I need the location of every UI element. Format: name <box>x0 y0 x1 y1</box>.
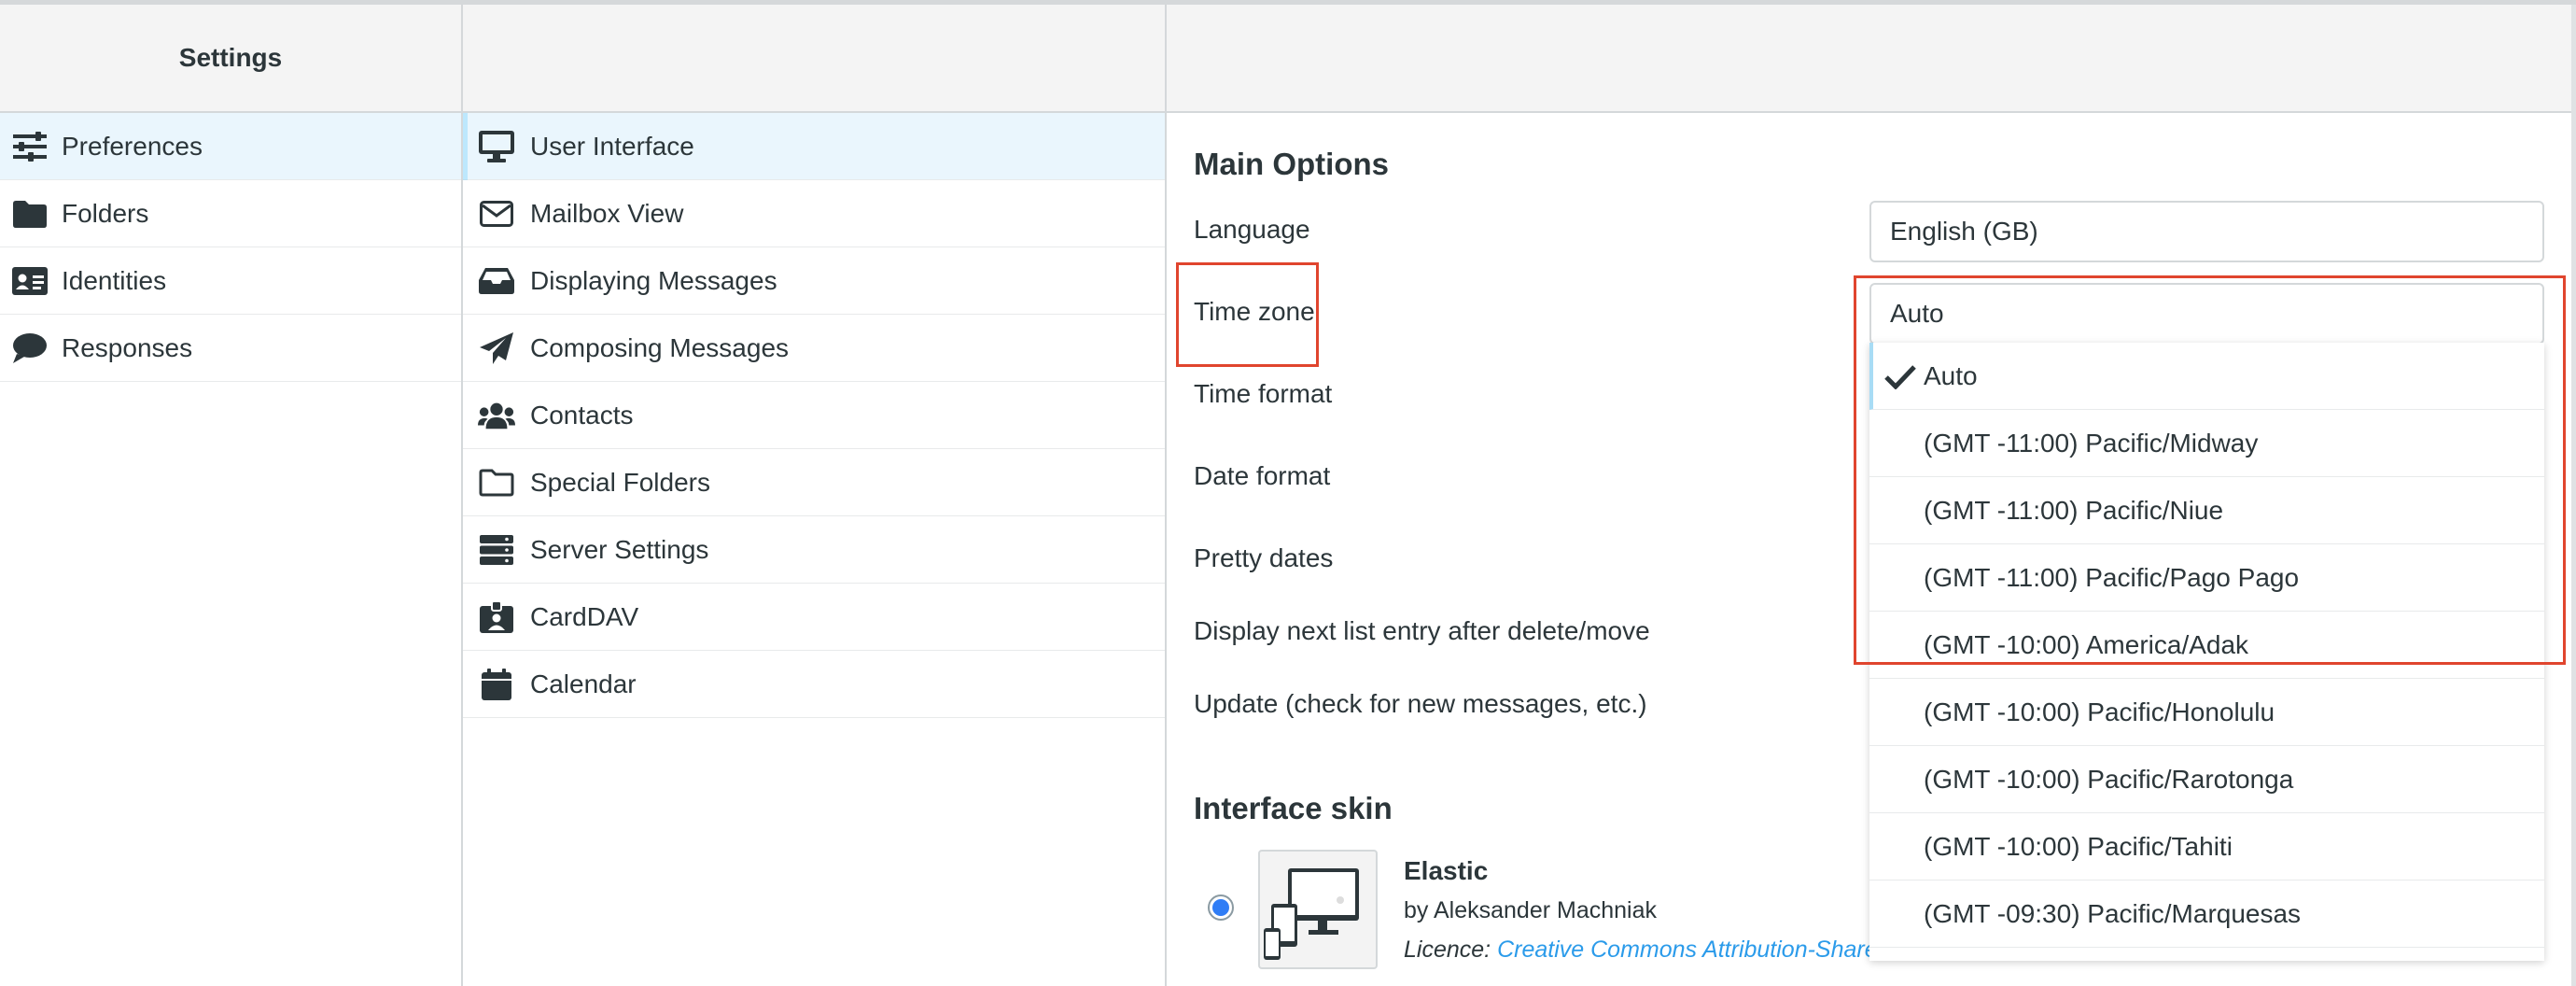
section-item-displaying-messages[interactable]: Displaying Messages <box>463 247 1165 315</box>
settings-nav: Settings Preferences Folders Identities … <box>0 5 463 986</box>
timezone-option-label: (GMT -10:00) Pacific/Tahiti <box>1924 831 2233 861</box>
section-item-calendar[interactable]: Calendar <box>463 651 1165 718</box>
desktop-icon <box>478 130 515 162</box>
section-item-label: User Interface <box>530 131 694 161</box>
badge-icon <box>478 600 515 633</box>
nav-item-preferences[interactable]: Preferences <box>0 113 461 180</box>
section-item-carddav[interactable]: CardDAV <box>463 584 1165 651</box>
update-label: Update (check for new messages, etc.) <box>1194 689 1647 718</box>
time-format-label: Time format <box>1194 379 1333 408</box>
interface-skin-title: Interface skin <box>1194 791 1393 825</box>
section-item-user-interface[interactable]: User Interface <box>463 113 1165 180</box>
users-icon <box>478 400 515 431</box>
skin-name: Elastic <box>1404 856 1489 885</box>
skin-thumbnail <box>1258 850 1378 969</box>
preferences-content: Main Options Language English (GB) Time … <box>1167 5 2571 986</box>
language-select[interactable]: English (GB) <box>1869 201 2544 262</box>
section-item-contacts[interactable]: Contacts <box>463 382 1165 449</box>
calendar-icon <box>478 668 515 700</box>
sliders-icon <box>11 131 49 162</box>
server-icon <box>478 534 515 566</box>
section-item-label: Composing Messages <box>530 332 790 362</box>
folder-outline-icon <box>478 467 515 499</box>
radio-selected-dot <box>1212 899 1229 916</box>
section-item-mailbox-view[interactable]: Mailbox View <box>463 180 1165 247</box>
section-item-label: Server Settings <box>530 534 709 564</box>
licence-label: Licence: <box>1404 937 1491 963</box>
comment-icon <box>11 332 49 364</box>
skin-author: by Aleksander Machniak <box>1404 897 1657 923</box>
settings-header: Settings <box>0 5 461 113</box>
timezone-option-label: (GMT -10:00) Pacific/Honolulu <box>1924 697 2275 726</box>
timezone-dropdown-highlight <box>1854 275 2566 665</box>
folder-icon <box>11 198 49 230</box>
inbox-icon <box>478 265 515 297</box>
language-label: Language <box>1194 215 1310 244</box>
display-next-label: Display next list entry after delete/mov… <box>1194 616 1650 645</box>
id-card-icon <box>11 265 49 297</box>
nav-item-label: Folders <box>62 198 149 228</box>
nav-item-label: Responses <box>62 332 193 362</box>
date-format-label: Date format <box>1194 461 1331 490</box>
sections-header <box>463 5 1165 113</box>
paper-plane-icon <box>478 331 515 364</box>
section-item-composing-messages[interactable]: Composing Messages <box>463 315 1165 382</box>
section-item-label: Calendar <box>530 669 637 698</box>
timezone-option[interactable]: (GMT -10:00) Pacific/Tahiti <box>1869 813 2544 880</box>
settings-title: Settings <box>178 43 283 72</box>
section-item-label: Contacts <box>530 400 634 430</box>
section-item-label: CardDAV <box>530 601 639 631</box>
main-options-title: Main Options <box>1194 147 1389 181</box>
sections-list: User Interface Mailbox View Displaying M… <box>463 5 1167 986</box>
skin-radio-elastic[interactable] <box>1208 894 1234 921</box>
timezone-option-label: (GMT -09:30) Pacific/Marquesas <box>1924 898 2302 928</box>
section-item-label: Special Folders <box>530 467 710 497</box>
timezone-option[interactable]: (GMT -09:30) Pacific/Marquesas <box>1869 880 2544 948</box>
section-item-special-folders[interactable]: Special Folders <box>463 449 1165 516</box>
timezone-label-highlight <box>1176 262 1319 367</box>
timezone-option[interactable]: (GMT -10:00) Pacific/Rarotonga <box>1869 746 2544 813</box>
content-header <box>1167 5 2571 113</box>
section-item-label: Displaying Messages <box>530 265 777 295</box>
nav-item-label: Preferences <box>62 131 203 161</box>
nav-item-folders[interactable]: Folders <box>0 180 461 247</box>
licence-link[interactable]: Creative Commons Attribution-Share <box>1497 937 1878 963</box>
section-item-label: Mailbox View <box>530 198 684 228</box>
envelope-icon <box>478 198 515 230</box>
timezone-option-label: (GMT -10:00) Pacific/Rarotonga <box>1924 764 2294 794</box>
section-item-server-settings[interactable]: Server Settings <box>463 516 1165 584</box>
nav-item-responses[interactable]: Responses <box>0 315 461 382</box>
timezone-option[interactable]: (GMT -10:00) Pacific/Honolulu <box>1869 679 2544 746</box>
skin-licence: Licence: Creative Commons Attribution-Sh… <box>1404 937 1878 964</box>
pretty-dates-label: Pretty dates <box>1194 543 1334 572</box>
nav-item-label: Identities <box>62 265 167 295</box>
scrollbar[interactable] <box>2571 5 2576 986</box>
nav-item-identities[interactable]: Identities <box>0 247 461 315</box>
